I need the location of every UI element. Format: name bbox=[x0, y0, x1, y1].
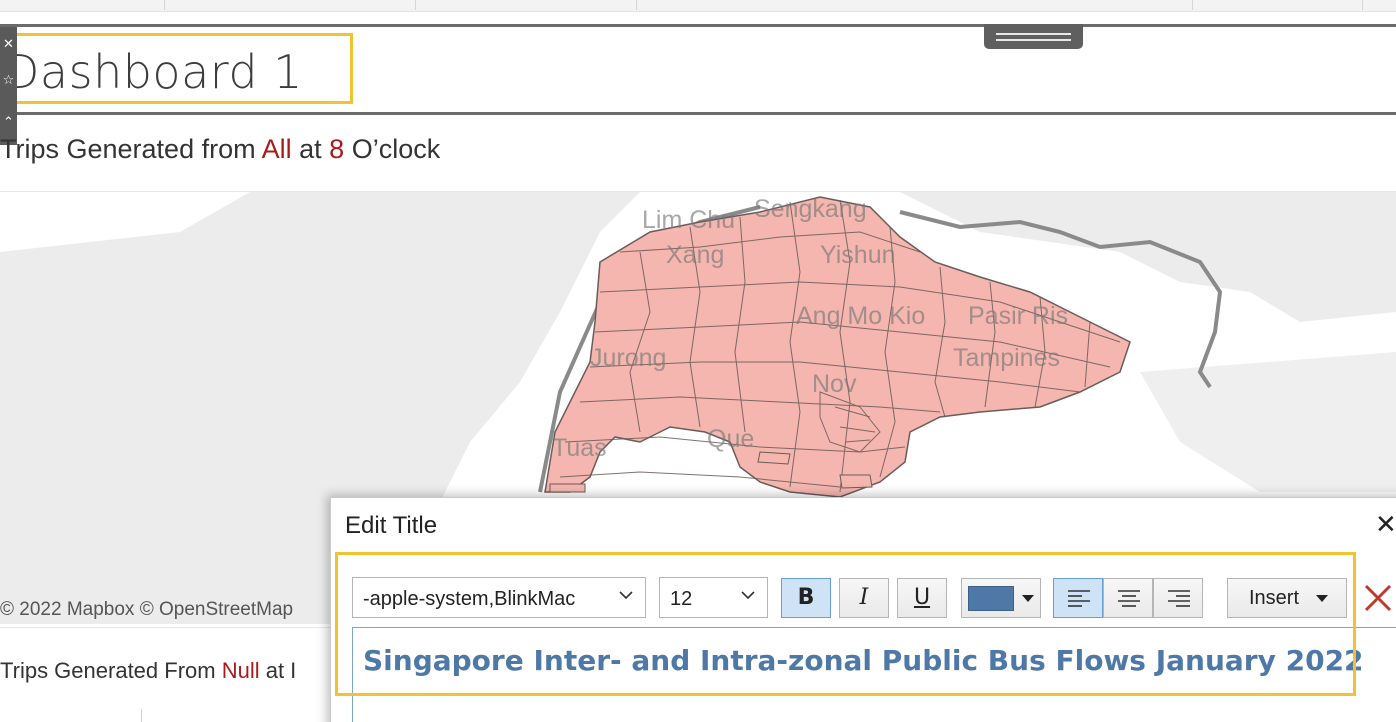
map-label-kranji: Xang bbox=[666, 241, 725, 269]
dashboard-title-highlight bbox=[0, 33, 353, 104]
worksheet2-title-prefix: Trips Generated From bbox=[0, 658, 222, 683]
map-label-lim-chu-kang: Lim Chu bbox=[642, 206, 736, 234]
insert-button[interactable]: Insert bbox=[1227, 578, 1347, 618]
origin2-parameter: Null bbox=[221, 658, 260, 683]
insert-label: Insert bbox=[1249, 587, 1300, 609]
drag-handle[interactable] bbox=[984, 24, 1083, 49]
worksheet2-title: Trips Generated From Null at I bbox=[0, 658, 296, 684]
chevron-down-icon bbox=[619, 591, 633, 600]
worksheet-title-prefix: Trips Generated from bbox=[0, 134, 262, 164]
worksheet-title-mid: at bbox=[291, 134, 330, 164]
align-left-button[interactable] bbox=[1053, 578, 1103, 618]
map-label-novena: Nov bbox=[812, 370, 857, 398]
pin-icon[interactable]: ☆ bbox=[1, 71, 16, 91]
underline-button[interactable]: U bbox=[897, 578, 947, 618]
strip-separator bbox=[415, 0, 416, 10]
align-right-button[interactable] bbox=[1153, 578, 1203, 618]
map-label-queenstown: Que bbox=[707, 425, 755, 453]
align-center-icon bbox=[1118, 590, 1140, 607]
more-icon[interactable]: ⌃ bbox=[1, 113, 16, 133]
font-family-select[interactable]: -apple-system,BlinkMac bbox=[352, 577, 646, 618]
align-center-button[interactable] bbox=[1103, 578, 1153, 618]
map-label-tuas: Tuas bbox=[552, 434, 607, 462]
map-label-tampines: Tampines bbox=[953, 344, 1060, 372]
align-right-icon bbox=[1168, 590, 1190, 607]
font-family-value: -apple-system,BlinkMac bbox=[363, 588, 576, 610]
drag-grip-line bbox=[996, 33, 1071, 35]
align-left-icon bbox=[1068, 590, 1090, 607]
origin-parameter: All bbox=[261, 134, 292, 164]
islet bbox=[549, 483, 586, 493]
clear-formatting-icon[interactable] bbox=[1360, 580, 1396, 616]
font-size-value: 12 bbox=[670, 588, 693, 610]
font-size-select[interactable]: 12 bbox=[659, 577, 768, 618]
top-strip bbox=[0, 0, 1396, 12]
dialog-title: Edit Title bbox=[345, 512, 438, 539]
worksheet-title: Trips Generated from All at 8 O’clock bbox=[0, 134, 440, 165]
map-label-yishun: Yishun bbox=[820, 241, 896, 269]
hour-parameter: 8 bbox=[329, 134, 345, 164]
divider bbox=[0, 627, 340, 628]
map-label-ang-mo-kio: Ang Mo Kio bbox=[796, 302, 926, 330]
worksheet2-title-mid: at I bbox=[259, 658, 297, 683]
drag-grip-line bbox=[996, 39, 1071, 41]
bold-button[interactable]: B bbox=[781, 578, 831, 618]
close-icon[interactable]: ✕ bbox=[1, 35, 16, 55]
text-color-picker[interactable] bbox=[961, 578, 1041, 618]
islet bbox=[757, 451, 791, 465]
editor-title-text[interactable]: Singapore Inter- and Intra-zonal Public … bbox=[363, 644, 1364, 677]
map-label-jurong: Jurong bbox=[590, 344, 667, 372]
chevron-down-icon bbox=[741, 591, 755, 600]
italic-button[interactable]: I bbox=[839, 578, 889, 618]
divider bbox=[141, 709, 142, 722]
islet bbox=[839, 474, 873, 489]
title-editor[interactable]: Singapore Inter- and Intra-zonal Public … bbox=[352, 627, 1396, 722]
background-landmass bbox=[1140, 352, 1396, 492]
map-label-sengkang: Sengkang bbox=[754, 195, 867, 223]
strip-separator bbox=[1362, 0, 1363, 10]
map-attribution[interactable]: © 2022 Mapbox © OpenStreetMap bbox=[0, 599, 293, 621]
caret-down-icon bbox=[1022, 595, 1034, 602]
zone-toolbar: ✕ ☆ ⌃ bbox=[0, 27, 17, 145]
close-icon[interactable]: ✕ bbox=[1375, 510, 1396, 540]
strip-separator bbox=[1192, 0, 1193, 10]
strip-separator bbox=[636, 0, 637, 10]
worksheet-title-suffix: O’clock bbox=[344, 134, 441, 164]
strip-separator bbox=[164, 0, 165, 10]
caret-down-icon bbox=[1316, 595, 1328, 602]
color-swatch bbox=[968, 586, 1014, 611]
map-label-pasir-ris: Pasir Ris bbox=[968, 302, 1069, 330]
